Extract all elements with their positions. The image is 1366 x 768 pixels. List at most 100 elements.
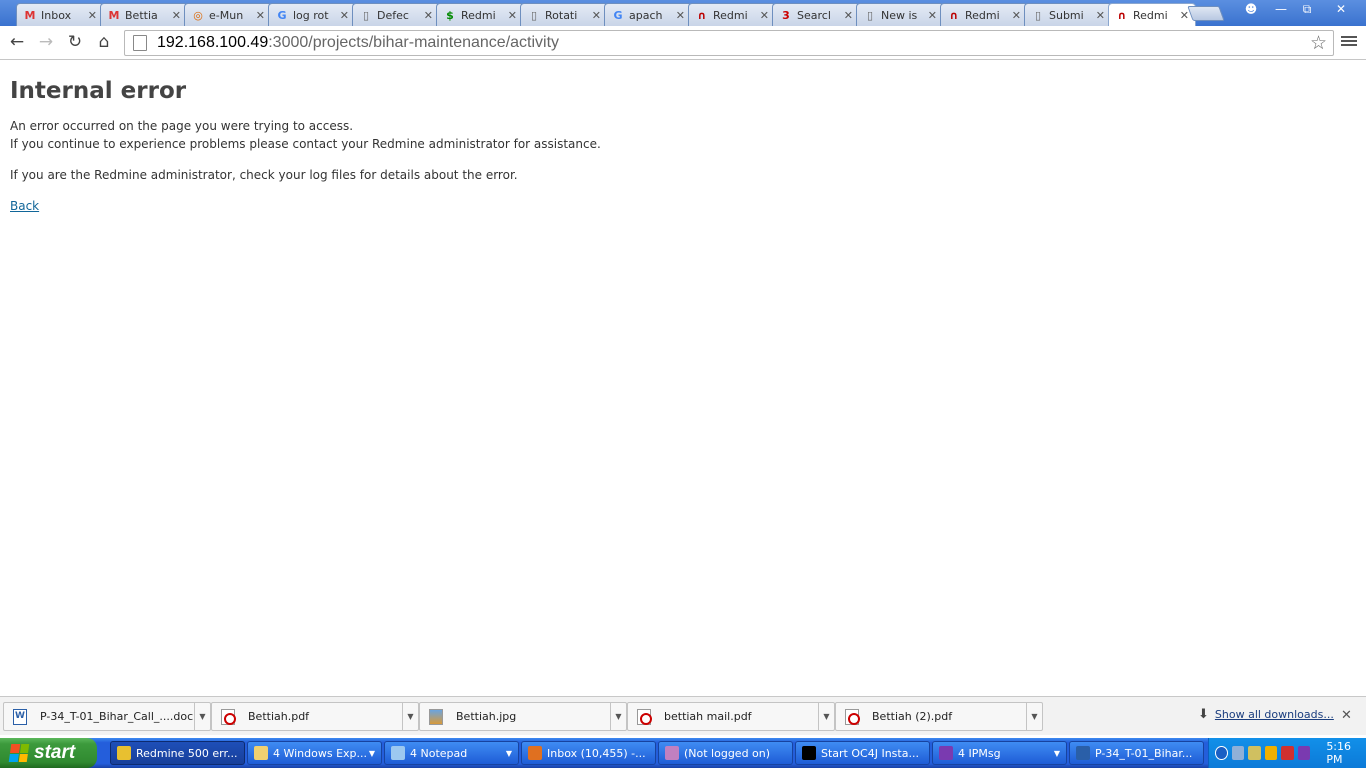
download-menu-arrow-icon[interactable]: ▼ [194,703,210,730]
taskbar-button[interactable]: 4 IPMsg ▼ [932,741,1067,765]
download-menu-arrow-icon[interactable]: ▼ [1026,703,1042,730]
chrome-icon [117,746,131,760]
new-tab-button[interactable] [1187,6,1225,21]
download-filename: bettiah mail.pdf [664,710,752,723]
url-host: 192.168.100.49 [157,34,269,51]
download-menu-arrow-icon[interactable]: ▼ [402,703,418,730]
tab-label: e-Mun [209,8,244,22]
windows-logo-icon [8,744,30,762]
taskbar-button[interactable]: Redmine 500 err... [110,741,245,765]
taskbar-button[interactable]: Start OC4J Insta... [795,741,930,765]
redmine-icon: ∩ [697,8,707,22]
browser-tab[interactable]: ▯ Defec ✕ [352,3,440,26]
close-tab-icon[interactable]: ✕ [844,9,853,22]
alert-tray-icon[interactable] [1281,746,1294,760]
windows-taskbar: start Redmine 500 err... 4 Windows Exp...… [0,738,1366,768]
tab-label: Submi [1049,8,1084,22]
browser-tab[interactable]: Gapach ✕ [604,3,692,26]
url-path: :3000/projects/bihar-maintenance/activit… [268,34,560,51]
show-all-downloads-label: Show all downloads... [1214,708,1334,721]
tray-expand-icon[interactable] [1215,746,1228,760]
user-profile-icon[interactable]: ☻ [1238,0,1264,18]
page-title: Internal error [10,78,187,104]
close-tab-icon[interactable]: ✕ [424,9,433,22]
close-tab-icon[interactable]: ✕ [760,9,769,22]
group-dropdown-icon: ▼ [1053,748,1060,758]
browser-tab[interactable]: Glog rot ✕ [268,3,356,26]
browser-tab[interactable]: ◎ e-Mun ✕ [184,3,272,26]
taskbar-button-label: 4 IPMsg [958,746,1001,760]
browser-tab[interactable]: ▯ Submi ✕ [1024,3,1112,26]
close-tab-icon[interactable]: ✕ [340,9,349,22]
tab-label: Redmi [1133,9,1168,22]
restore-button[interactable]: ⧉ [1294,0,1320,18]
close-tab-icon[interactable]: ✕ [1096,9,1105,22]
page-content: Internal error An error occurred on the … [10,75,601,215]
download-shelf: P-34_T-01_Bihar_Call_....doc▼Bettiah.pdf… [0,696,1366,735]
taskbar-button[interactable]: P-34_T-01_Bihar... [1069,741,1204,765]
chrome-menu-icon[interactable] [1341,34,1357,50]
group-dropdown-icon: ▼ [368,748,375,758]
close-tab-icon[interactable]: ✕ [172,9,181,22]
close-tab-icon[interactable]: ✕ [256,9,265,22]
start-button[interactable]: start [0,738,97,768]
security-tray-icon[interactable] [1264,746,1278,760]
download-menu-arrow-icon[interactable]: ▼ [610,703,626,730]
download-menu-arrow-icon[interactable]: ▼ [818,703,834,730]
ipmsg-icon [939,746,953,760]
forward-arrow-icon[interactable]: → [35,31,57,53]
home-icon[interactable]: ⌂ [93,31,115,53]
download-filename: P-34_T-01_Bihar_Call_....doc [40,710,194,723]
taskbar-button[interactable]: 4 Notepad ▼ [384,741,519,765]
download-item[interactable]: P-34_T-01_Bihar_Call_....doc▼ [3,702,211,731]
close-window-button[interactable]: ✕ [1324,0,1358,18]
browser-tab[interactable]: 3 Searcl ✕ [772,3,860,26]
back-arrow-icon[interactable]: ← [6,31,28,53]
browser-tab[interactable]: ∩ Redmi ✕ [1108,3,1196,27]
ipmsg-tray-icon[interactable] [1297,746,1311,760]
browser-toolbar: ← → ↻ ⌂ 192.168.100.49:3000/projects/bih… [0,26,1366,60]
download-item[interactable]: bettiah mail.pdf ▼ [627,702,835,731]
download-filename: Bettiah.jpg [456,710,517,723]
reload-icon[interactable]: ↻ [64,31,86,53]
taskbar-button-label: (Not logged on) [684,746,771,760]
taskbar-button[interactable]: 4 Windows Exp... ▼ [247,741,382,765]
show-all-downloads-link[interactable]: ⬇ Show all downloads... [1198,707,1334,722]
address-bar[interactable]: 192.168.100.49:3000/projects/bihar-maint… [124,30,1334,56]
close-tab-icon[interactable]: ✕ [1180,9,1189,22]
taskbar-button[interactable]: Inbox (10,455) -... [521,741,656,765]
close-tab-icon[interactable]: ✕ [508,9,517,22]
close-tab-icon[interactable]: ✕ [592,9,601,22]
browser-tab[interactable]: M Inbox ✕ [16,3,104,26]
tab-label: apach [629,8,663,22]
browser-tab[interactable]: $ Redmi ✕ [436,3,524,26]
browser-tab[interactable]: M Bettia ✕ [100,3,188,26]
minimize-button[interactable]: — [1268,0,1294,18]
browser-tab[interactable]: ▯ Rotati ✕ [520,3,608,26]
error-message-line-2: If you continue to experience problems p… [10,137,601,151]
tab-label: Searcl [797,8,831,22]
download-item[interactable]: Bettiah.jpg ▼ [419,702,627,731]
tab-label: Defec [377,8,409,22]
group-dropdown-icon: ▼ [505,748,512,758]
bookmark-star-icon[interactable]: ☆ [1310,32,1327,55]
browser-tab[interactable]: ▯ New is ✕ [856,3,944,26]
download-item[interactable]: Bettiah (2).pdf ▼ [835,702,1043,731]
app-tray-icon[interactable] [1248,746,1261,760]
close-tab-icon[interactable]: ✕ [1012,9,1021,22]
redmine-icon: ∩ [949,8,959,22]
download-item[interactable]: Bettiah.pdf ▼ [211,702,419,731]
tab-label: Bettia [125,8,158,22]
browser-tab[interactable]: ∩ Redmi ✕ [940,3,1028,26]
network-tray-icon[interactable] [1231,746,1245,760]
taskbar-button-label: Inbox (10,455) -... [547,746,646,760]
close-tab-icon[interactable]: ✕ [88,9,97,22]
notification-3-icon: 3 [782,8,790,22]
close-shelf-icon[interactable]: ✕ [1341,708,1352,723]
close-tab-icon[interactable]: ✕ [676,9,685,22]
browser-tab[interactable]: ∩ Redmi ✕ [688,3,776,26]
close-tab-icon[interactable]: ✕ [928,9,937,22]
tab-strip: M Inbox ✕ M Bettia ✕ ◎ e-Mun ✕ Glog rot ✕ ▯ Defec ✕ $ R… [0,0,1366,27]
back-link[interactable]: Back [10,199,39,213]
taskbar-button[interactable]: (Not logged on) [658,741,793,765]
